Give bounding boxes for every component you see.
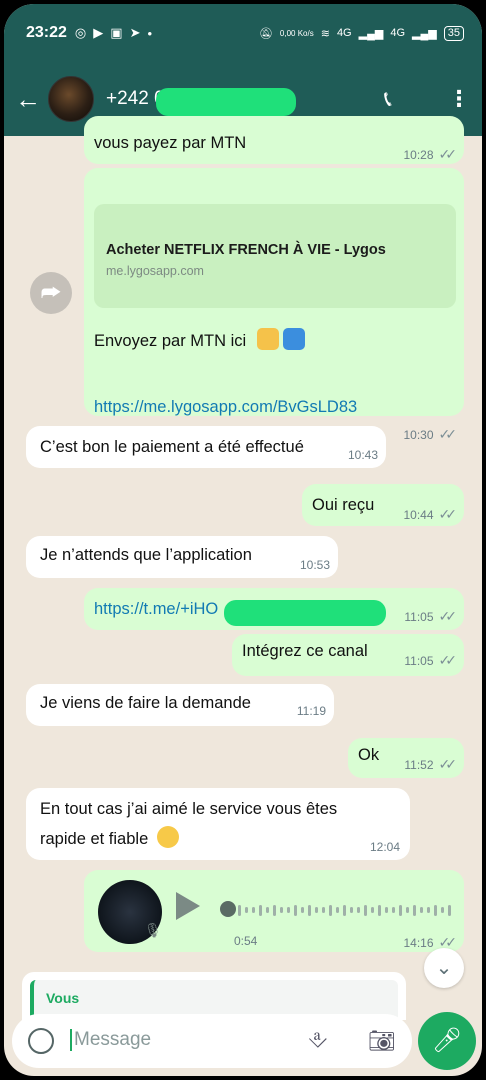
status-bar: 23:22 ◎ ▶ ▣ ➤ • 🔕︎ 0,00 Ko/s ≋ 4G ▂▄▆ 4G…: [26, 22, 464, 44]
app-icon: ▣: [110, 25, 123, 40]
message-bubble[interactable]: Ok 11:52 ✓✓: [348, 738, 464, 778]
message-time: 12:04: [369, 840, 400, 854]
telegram-icon: ➤: [129, 25, 141, 40]
emoji-icon[interactable]: [28, 1028, 54, 1054]
net-speed: 0,00 Ko/s: [279, 28, 314, 38]
read-ticks-icon: ✓✓: [438, 756, 458, 772]
message-time: 11:19: [296, 704, 326, 718]
message-bubble[interactable]: vous payez par MTN 10:28 ✓✓: [84, 116, 464, 164]
network-label-2: 4G: [390, 27, 406, 39]
message-time: 11:05 ✓✓: [404, 608, 458, 624]
play-icon[interactable]: [176, 892, 200, 920]
scroll-down-button[interactable]: ⌄: [424, 948, 464, 988]
message-link[interactable]: https://me.lygosapp.com/BvGsLD83: [94, 398, 357, 417]
forward-icon[interactable]: ⮫: [30, 272, 72, 314]
mute-icon: 🔕︎: [258, 27, 273, 40]
network-label: 4G: [336, 27, 352, 39]
dot-icon: •: [147, 25, 153, 41]
attach-icon[interactable]: ⎀: [308, 1026, 327, 1054]
link-preview[interactable]: Acheter NETFLIX FRENCH À VIE - Lygos me.…: [94, 204, 456, 308]
read-ticks-icon: ✓✓: [438, 146, 458, 162]
read-ticks-icon: ✓✓: [438, 652, 458, 668]
more-options-icon[interactable]: ⋮: [448, 86, 470, 112]
redaction-mark: [224, 600, 386, 626]
add-call-icon[interactable]: 📞︎: [384, 86, 392, 112]
read-ticks-icon: ✓✓: [438, 506, 458, 522]
chat-area: vous payez par MTN 10:28 ✓✓ Acheter NETFL…: [4, 116, 482, 1076]
message-composer[interactable]: Message ⎀ 📷︎: [12, 1014, 412, 1068]
read-ticks-icon: ✓✓: [438, 608, 458, 624]
notification-icons: ◎ ▶ ▣ ➤ •: [75, 25, 152, 41]
mic-button[interactable]: 🎤︎: [418, 1012, 476, 1070]
message-time: 10:43: [347, 448, 378, 462]
signal-icon-2: ▂▄▆: [412, 27, 437, 40]
status-time: 23:22: [26, 24, 67, 41]
message-time: 10:44 ✓✓: [403, 506, 458, 522]
message-bubble[interactable]: Oui reçu 10:44 ✓✓: [302, 484, 464, 526]
battery-level: 35: [443, 25, 464, 41]
mic-icon: 🎙︎: [144, 922, 162, 938]
message-link[interactable]: https://t.me/+iHO: [94, 600, 218, 619]
message-input[interactable]: Message: [70, 1029, 151, 1051]
back-arrow-icon[interactable]: ←: [8, 84, 48, 115]
message-time: 11:05 ✓✓: [404, 652, 458, 668]
smiling-face-emoji: [156, 826, 179, 848]
message-time: 10:30 ✓✓: [403, 426, 458, 442]
message-bubble[interactable]: C’est bon le paiement a été effectué 10:…: [26, 426, 386, 468]
voice-duration: 0:54: [234, 934, 258, 948]
message-bubble[interactable]: Acheter NETFLIX FRENCH À VIE - Lygos me.…: [84, 168, 464, 442]
message-bubble[interactable]: Intégrez ce canal 11:05 ✓✓: [232, 634, 464, 676]
youtube-icon: ▶: [93, 25, 104, 40]
camera-icon[interactable]: 📷︎: [368, 1028, 396, 1054]
pointing-down-emoji: [256, 328, 279, 350]
system-icons: 🔕︎ 0,00 Ko/s ≋ 4G ▂▄▆ 4G ▂▄▆ 35: [258, 25, 464, 41]
message-bubble[interactable]: En tout cas j’ai aimé le service vous êt…: [26, 788, 410, 860]
phone-screen: 23:22 ◎ ▶ ▣ ➤ • 🔕︎ 0,00 Ko/s ≋ 4G ▂▄▆ 4G…: [4, 4, 482, 1076]
whatsapp-icon: ◎: [74, 25, 87, 40]
message-bubble[interactable]: Je n’attends que l’application 10:53: [26, 536, 338, 578]
down-arrow-emoji: [283, 328, 306, 350]
voice-message[interactable]: 🎙︎ 0:54 14:16 ✓✓: [84, 870, 464, 952]
wifi-icon: ≋: [320, 27, 330, 40]
message-bubble[interactable]: Je viens de faire la demande 11:19: [26, 684, 334, 726]
message-time: 10:28 ✓✓: [403, 146, 458, 162]
reply-preview[interactable]: Vous: [22, 972, 406, 1020]
redaction-mark: [156, 88, 296, 116]
waveform[interactable]: [224, 904, 454, 916]
avatar[interactable]: [48, 76, 94, 122]
read-ticks-icon: ✓✓: [438, 426, 458, 442]
message-time: 10:53: [299, 558, 330, 572]
message-time: 11:52 ✓✓: [404, 756, 458, 772]
signal-icon: ▂▄▆: [358, 27, 384, 40]
playback-handle[interactable]: [220, 901, 236, 917]
